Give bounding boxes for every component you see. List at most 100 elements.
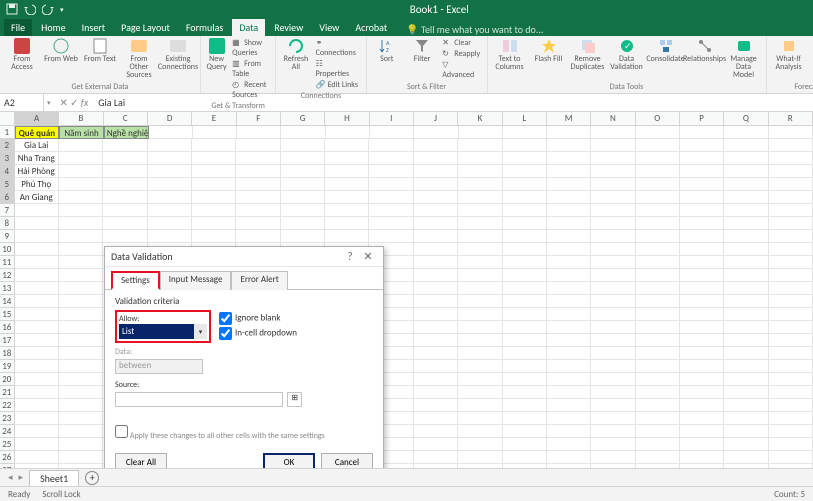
- cell[interactable]: [370, 126, 414, 139]
- cell[interactable]: [59, 321, 103, 334]
- cell[interactable]: [103, 230, 147, 243]
- cell[interactable]: [547, 165, 591, 178]
- column-header[interactable]: L: [503, 112, 547, 125]
- cell[interactable]: [59, 178, 103, 191]
- row-header[interactable]: 7: [0, 204, 15, 217]
- column-header[interactable]: B: [59, 112, 103, 125]
- cell[interactable]: [59, 425, 103, 438]
- cell[interactable]: [636, 386, 680, 399]
- cell[interactable]: [591, 438, 635, 451]
- cell[interactable]: [547, 399, 591, 412]
- cell[interactable]: [458, 308, 502, 321]
- cell[interactable]: [59, 360, 103, 373]
- tab-page-layout[interactable]: Page Layout: [114, 19, 177, 36]
- cell[interactable]: [15, 308, 59, 321]
- cell[interactable]: [503, 295, 547, 308]
- manage-data-model-button[interactable]: Manage Data Model: [727, 38, 761, 79]
- cell[interactable]: [724, 243, 768, 256]
- column-header[interactable]: G: [281, 112, 325, 125]
- cell[interactable]: [192, 152, 236, 165]
- cell[interactable]: [680, 295, 724, 308]
- show-queries-button[interactable]: ▦Show Queries: [232, 38, 270, 58]
- row-header[interactable]: 26: [0, 451, 15, 464]
- cell[interactable]: [59, 204, 103, 217]
- cell[interactable]: [636, 425, 680, 438]
- cell[interactable]: [148, 139, 192, 152]
- cell[interactable]: [724, 165, 768, 178]
- cell[interactable]: [724, 360, 768, 373]
- cell[interactable]: [769, 230, 813, 243]
- cell[interactable]: [15, 425, 59, 438]
- row-header[interactable]: 9: [0, 230, 15, 243]
- cell[interactable]: [591, 321, 635, 334]
- cell[interactable]: [59, 282, 103, 295]
- cell[interactable]: [59, 165, 103, 178]
- cell[interactable]: [325, 204, 369, 217]
- row-header[interactable]: 18: [0, 347, 15, 360]
- cell[interactable]: [547, 334, 591, 347]
- cell[interactable]: [769, 412, 813, 425]
- cell[interactable]: [15, 230, 59, 243]
- cell[interactable]: [148, 178, 192, 191]
- cell[interactable]: [591, 373, 635, 386]
- cell[interactable]: [769, 386, 813, 399]
- cell[interactable]: [636, 412, 680, 425]
- row-header[interactable]: 16: [0, 321, 15, 334]
- clear-filter-button[interactable]: ✕Clear: [442, 38, 481, 48]
- cell[interactable]: [769, 139, 813, 152]
- row-header[interactable]: 19: [0, 360, 15, 373]
- cell[interactable]: [325, 191, 369, 204]
- cell[interactable]: [680, 256, 724, 269]
- cell[interactable]: [103, 139, 147, 152]
- cell[interactable]: [458, 399, 502, 412]
- cell[interactable]: [547, 230, 591, 243]
- cell[interactable]: [281, 152, 325, 165]
- undo-icon[interactable]: [24, 3, 36, 15]
- close-icon[interactable]: ✕: [359, 250, 377, 263]
- cell[interactable]: [547, 425, 591, 438]
- cell[interactable]: [503, 217, 547, 230]
- cell[interactable]: [59, 152, 103, 165]
- cell[interactable]: [236, 191, 280, 204]
- column-header[interactable]: A: [15, 112, 59, 125]
- cell[interactable]: Quê quán: [15, 126, 60, 139]
- row-header[interactable]: 14: [0, 295, 15, 308]
- cell[interactable]: [724, 373, 768, 386]
- cell[interactable]: [458, 165, 502, 178]
- cell[interactable]: [414, 399, 458, 412]
- cell[interactable]: [680, 399, 724, 412]
- row-header[interactable]: 10: [0, 243, 15, 256]
- row-header[interactable]: 11: [0, 256, 15, 269]
- cell[interactable]: [59, 256, 103, 269]
- cell[interactable]: [503, 438, 547, 451]
- cell[interactable]: [192, 178, 236, 191]
- cell[interactable]: [458, 204, 502, 217]
- cell[interactable]: [458, 451, 502, 464]
- cell[interactable]: [59, 308, 103, 321]
- dialog-tab-error-alert[interactable]: Error Alert: [231, 271, 287, 290]
- cell[interactable]: Gia Lai: [15, 139, 59, 152]
- cell[interactable]: [192, 230, 236, 243]
- column-header[interactable]: H: [325, 112, 369, 125]
- cell[interactable]: [414, 438, 458, 451]
- row-header[interactable]: 15: [0, 308, 15, 321]
- cell[interactable]: [636, 451, 680, 464]
- cell[interactable]: [636, 438, 680, 451]
- cell[interactable]: [15, 295, 59, 308]
- cell[interactable]: [458, 282, 502, 295]
- cell[interactable]: [193, 126, 237, 139]
- cell[interactable]: [547, 243, 591, 256]
- cell[interactable]: [148, 217, 192, 230]
- cell[interactable]: [459, 126, 503, 139]
- cell[interactable]: [724, 139, 768, 152]
- cell[interactable]: [503, 152, 547, 165]
- cell[interactable]: [636, 282, 680, 295]
- cell[interactable]: [680, 321, 724, 334]
- cell[interactable]: [769, 152, 813, 165]
- cell[interactable]: [680, 230, 724, 243]
- cell[interactable]: [236, 217, 280, 230]
- cell[interactable]: [236, 165, 280, 178]
- cell[interactable]: [591, 230, 635, 243]
- cell[interactable]: [369, 152, 413, 165]
- save-icon[interactable]: [6, 3, 18, 15]
